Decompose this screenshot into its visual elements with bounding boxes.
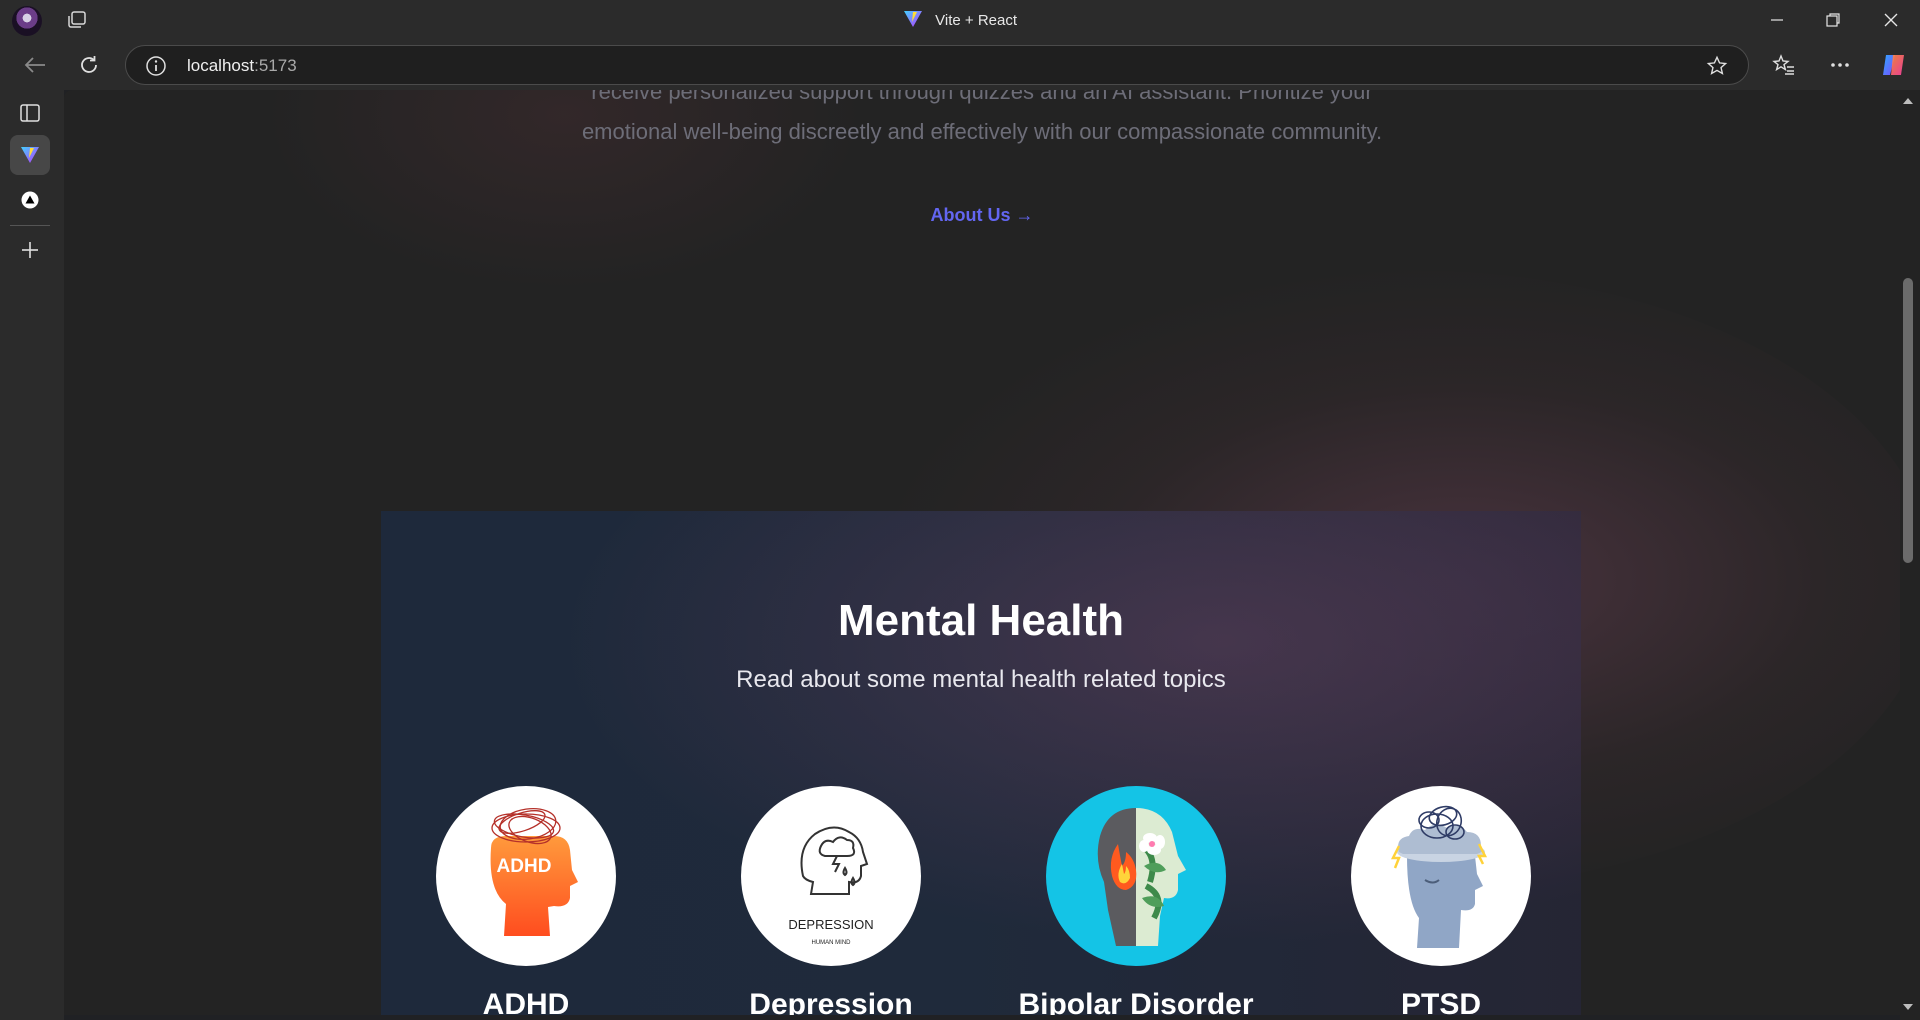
close-window-button[interactable]	[1866, 4, 1916, 36]
back-arrow-icon	[24, 57, 45, 73]
vertical-tabs-icon	[20, 104, 40, 122]
favorites-button[interactable]	[1766, 49, 1802, 81]
ptsd-head-icon[interactable]	[1351, 786, 1531, 966]
hero-description-line: emotional well-being discreetly and effe…	[581, 119, 1383, 144]
bipolar-illustration	[1097, 808, 1186, 946]
address-bar[interactable]: localhost:5173	[125, 45, 1749, 85]
depression-subcaption: HUMAN MIND	[812, 940, 852, 946]
scroll-down-arrow-icon[interactable]	[1901, 1000, 1915, 1014]
topic-card-ptsd[interactable]: PTSD	[1316, 786, 1566, 1015]
topic-card-depression[interactable]: DEPRESSION HUMAN MIND Depression	[706, 786, 956, 1015]
reload-icon	[81, 56, 97, 73]
topic-name[interactable]: Bipolar Disorder	[1011, 988, 1261, 1015]
url-text[interactable]: localhost:5173	[187, 56, 297, 76]
close-icon	[1884, 13, 1898, 27]
restore-button[interactable]	[1808, 4, 1858, 36]
url-host: localhost	[187, 56, 255, 75]
window-title: Vite + React	[0, 10, 1920, 29]
new-tab-button[interactable]	[10, 230, 50, 270]
copilot-icon[interactable]	[1880, 51, 1908, 79]
minimize-icon	[1771, 19, 1783, 21]
topic-name[interactable]: Depression	[706, 988, 956, 1015]
ptsd-illustration	[1390, 805, 1488, 948]
scroll-up-arrow-icon[interactable]	[1901, 94, 1915, 108]
topic-card-adhd[interactable]: ADHD ADHD	[401, 786, 651, 1015]
sidebar-tab-vercel[interactable]	[10, 180, 50, 220]
restore-icon	[1826, 13, 1840, 27]
adhd-illustration: ADHD	[490, 807, 578, 936]
section-title: Mental Health	[837, 596, 1125, 645]
more-menu-button[interactable]	[1822, 49, 1858, 81]
section-subtitle: Read about some mental health related to…	[736, 666, 1226, 693]
reload-button[interactable]	[72, 49, 106, 81]
about-us-link[interactable]: About Us →	[64, 205, 1900, 226]
vercel-tab-icon	[21, 191, 39, 209]
plus-icon	[22, 242, 38, 258]
depression-head-icon[interactable]: DEPRESSION HUMAN MIND	[741, 786, 921, 966]
browser-sidebar	[0, 90, 64, 1020]
hero-description-line: receive personalized support through qui…	[591, 90, 1373, 104]
sidebar-divider	[10, 225, 50, 226]
title-bar: Vite + React	[0, 0, 1920, 40]
scrollbar-thumb[interactable]	[1903, 278, 1913, 563]
page-viewport: receive personalized support through qui…	[64, 90, 1900, 1015]
topic-card-bipolar-disorder[interactable]: Bipolar Disorder	[1011, 786, 1261, 1015]
mental-health-section: Mental Health Read about some mental hea…	[381, 511, 1581, 1015]
depression-illustration: DEPRESSION HUMAN MIND	[788, 826, 874, 946]
toolbar: localhost:5173	[0, 40, 1920, 90]
adhd-head-icon[interactable]: ADHD	[436, 786, 616, 966]
sidebar-tab-vite[interactable]	[10, 135, 50, 175]
more-dots-icon	[1831, 63, 1849, 67]
depression-caption: DEPRESSION	[788, 917, 873, 932]
minimize-button[interactable]	[1752, 4, 1802, 36]
back-button[interactable]	[18, 49, 52, 81]
window-title-text: Vite + React	[935, 12, 1018, 29]
favorites-list-icon	[1772, 54, 1794, 75]
bipolar-head-icon[interactable]	[1046, 786, 1226, 966]
url-port: :5173	[254, 56, 297, 75]
adhd-badge-text: ADHD	[497, 856, 552, 877]
favorite-star-icon[interactable]	[1706, 55, 1728, 77]
site-info-icon[interactable]	[145, 55, 167, 77]
vite-tab-icon	[21, 147, 39, 163]
topic-name[interactable]: PTSD	[1316, 988, 1566, 1015]
topic-name[interactable]: ADHD	[401, 988, 651, 1015]
tab-actions-button[interactable]	[10, 93, 50, 133]
vite-logo-icon	[903, 11, 922, 27]
